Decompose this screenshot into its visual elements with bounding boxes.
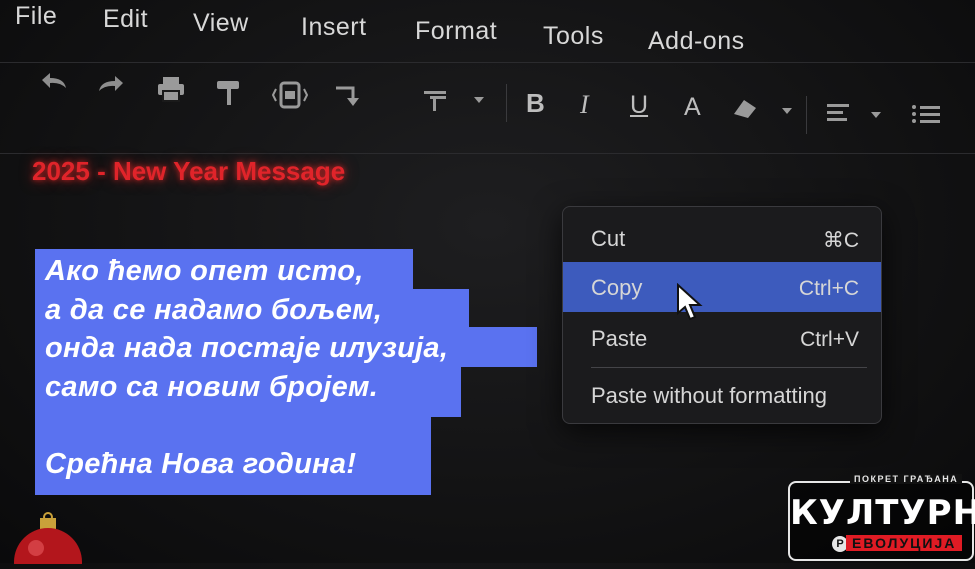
crop-icon[interactable] (333, 84, 361, 112)
poem-line[interactable]: а да се надамо бољем, (45, 294, 382, 327)
undo-icon[interactable] (38, 70, 70, 92)
menu-item-label: Cut (591, 226, 626, 251)
menu-view[interactable]: View (193, 9, 249, 38)
menu-bar: File Edit View Insert Format Tools Add-o… (0, 0, 975, 60)
christmas-ornament-icon (10, 512, 86, 569)
underline-icon[interactable]: U (630, 93, 648, 118)
menu-tools[interactable]: Tools (543, 22, 604, 51)
menu-item-shortcut: ⌘C (822, 229, 859, 252)
align-icon[interactable] (825, 100, 887, 126)
menu-item-label: Paste (591, 326, 648, 351)
text-color-icon[interactable]: A (684, 95, 701, 120)
redo-icon[interactable] (95, 73, 127, 95)
zoom-icon[interactable] (272, 81, 308, 109)
menu-add-ons[interactable]: Add-ons (648, 27, 745, 56)
menu-item-label: Copy (591, 275, 643, 300)
poem-line[interactable]: онда нада постаје илузија, (45, 332, 448, 365)
text-style-icon[interactable] (422, 87, 486, 113)
context-menu: Cut ⌘C Copy Ctrl+C Paste Ctrl+V Paste wi… (562, 206, 882, 424)
poem-line[interactable]: само са новим бројем. (45, 371, 378, 404)
context-menu-item-cut[interactable]: Cut ⌘C (563, 213, 881, 263)
kulturna-revolucija-logo: ПОКРЕТ ГРАЂАНА КУЛТУРНА Р ЕВОЛУЦИЈА (788, 474, 975, 561)
logo-sub-text: ЕВОЛУЦИЈА (846, 535, 963, 551)
menu-format[interactable]: Format (415, 17, 497, 46)
context-menu-item-copy[interactable]: Copy Ctrl+C (563, 262, 881, 312)
toolbar-divider (806, 96, 807, 134)
menu-insert[interactable]: Insert (301, 13, 367, 42)
mouse-cursor-icon (676, 282, 708, 328)
context-menu-divider (591, 367, 867, 368)
context-menu-item-paste-plain[interactable]: Paste without formatting (563, 371, 881, 421)
toolbar-divider (506, 84, 507, 122)
highlight-icon[interactable] (730, 96, 796, 122)
poem-line[interactable]: Ако ћемо опет исто, (45, 255, 364, 288)
menu-edit[interactable]: Edit (103, 5, 148, 34)
poem-line[interactable]: Срећна Нова година! (45, 448, 356, 481)
list-icon[interactable] (910, 102, 942, 128)
menu-item-shortcut: Ctrl+C (798, 277, 859, 300)
logo-top-text: ПОКРЕТ ГРАЂАНА (850, 474, 963, 484)
document-title: 2025 - New Year Message (32, 156, 346, 186)
paint-format-icon[interactable] (215, 79, 243, 107)
menu-item-shortcut: Ctrl+V (800, 328, 859, 351)
context-menu-item-paste[interactable]: Paste Ctrl+V (563, 313, 881, 363)
print-icon[interactable] (157, 76, 185, 102)
menu-item-label: Paste without formatting (591, 383, 828, 408)
logo-main-text: КУЛТУРНА (790, 493, 975, 533)
bold-icon[interactable]: B (526, 90, 545, 116)
italic-icon[interactable]: I (580, 92, 589, 118)
menu-file[interactable]: File (15, 2, 57, 31)
